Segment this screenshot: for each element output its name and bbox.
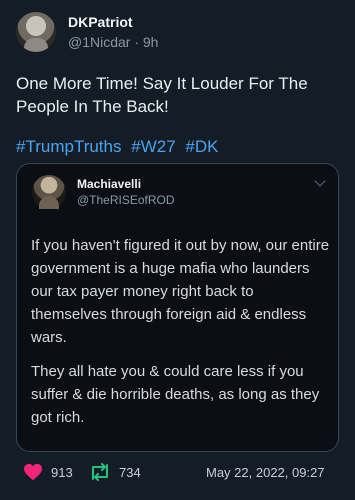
quoted-text: If you haven't figured it out by now, ou… <box>31 234 331 429</box>
hashtags: #TrumpTruths #W27 #DK <box>16 137 223 157</box>
quoted-paragraph: They all hate you & could care less if y… <box>31 363 320 426</box>
retweet-icon[interactable] <box>88 462 112 482</box>
author-name[interactable]: DKPatriot <box>68 14 133 30</box>
quoted-tweet[interactable]: Machiavelli @TheRISEofROD If you haven't… <box>16 163 339 452</box>
timestamp[interactable]: May 22, 2022, 09:27 <box>206 465 325 480</box>
quoted-paragraph: If you haven't figured it out by now, ou… <box>31 237 330 346</box>
chevron-down-icon[interactable] <box>314 175 326 187</box>
heart-icon[interactable] <box>22 463 44 481</box>
hashtag-link[interactable]: #TrumpTruths <box>16 137 122 156</box>
author-avatar[interactable] <box>16 12 56 52</box>
hashtag-link[interactable]: #W27 <box>131 137 175 156</box>
hashtag-link[interactable]: #DK <box>185 137 218 156</box>
like-count: 913 <box>51 465 73 480</box>
tweet-footer: 913 734 May 22, 2022, 09:27 <box>0 460 355 484</box>
author-handle-time: @1Nicdar · 9h <box>68 34 159 50</box>
tweet-text: One More Time! Say It Louder For The Peo… <box>16 74 308 116</box>
retweet-count: 734 <box>119 465 141 480</box>
quoted-avatar[interactable] <box>32 175 66 209</box>
quoted-author-name[interactable]: Machiavelli <box>77 177 141 191</box>
quoted-author-handle: @TheRISEofROD <box>77 193 175 207</box>
